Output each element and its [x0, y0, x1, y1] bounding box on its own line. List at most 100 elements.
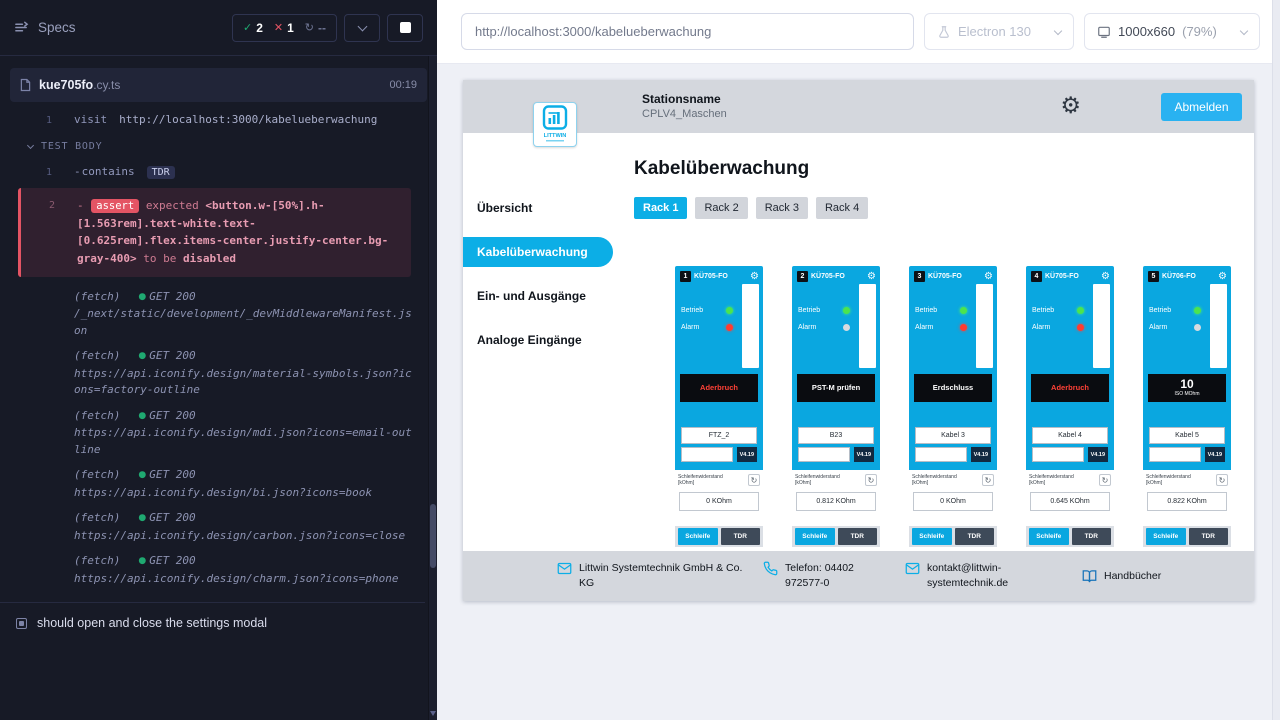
logo-text: LITTWIN — [544, 133, 567, 139]
spare-field — [1149, 447, 1201, 462]
cable-name-field[interactable]: FTZ_2 — [681, 427, 757, 444]
log-assert-failed[interactable]: 2- assert expected <button.w-[50%].h-[1.… — [18, 188, 411, 277]
schleife-button[interactable]: Schleife — [795, 528, 835, 545]
log-fetch[interactable]: (fetch)●GET 200 https://api.iconify.desi… — [0, 547, 425, 590]
module-settings-icon[interactable]: ⚙ — [750, 272, 759, 282]
passed-stat: ✓2 — [243, 21, 263, 35]
log-command[interactable]: 1visithttp://localhost:3000/kabelueberwa… — [0, 108, 425, 133]
status-display: Erdschluss — [914, 374, 992, 402]
spec-header[interactable]: kue705fo.cy.ts 00:19 — [10, 68, 427, 102]
app-footer: Littwin Systemtechnik GmbH & Co. KG Tele… — [463, 551, 1254, 601]
schleife-button[interactable]: Schleife — [912, 528, 952, 545]
settings-gear-icon[interactable]: ⚙ — [1060, 95, 1081, 118]
tdr-button[interactable]: TDR — [1189, 528, 1229, 545]
footer-contact-1-mail[interactable]: Littwin Systemtechnik GmbH & Co. KG — [557, 561, 763, 590]
module-number: 2 — [797, 271, 808, 282]
alarm-label: Alarm — [1032, 324, 1050, 331]
log-fetch[interactable]: (fetch)●GET 200 /_next/static/developmen… — [0, 283, 425, 343]
footer-contact-2-phone[interactable]: Telefon: 04402 972577-0 — [763, 561, 905, 590]
refresh-icon[interactable]: ↻ — [1099, 474, 1111, 486]
status-display: PST-M prüfen — [797, 374, 875, 402]
tdr-button[interactable]: TDR — [838, 528, 878, 545]
specs-list-icon — [14, 20, 29, 35]
reporter-scrollbar[interactable] — [428, 56, 437, 720]
scrollbar-thumb[interactable] — [430, 504, 436, 568]
sidebar-item-label: Übersicht — [477, 201, 532, 215]
assert-badge: assert — [91, 199, 139, 213]
cable-module-card: 2 KÜ705-FO ⚙ Betrieb Alarm PST-M prüfen … — [792, 266, 880, 547]
resistance-label: Schleifenwiderstand [kOhm] — [912, 474, 972, 487]
tdr-button[interactable]: TDR — [955, 528, 995, 545]
tdr-button[interactable]: TDR — [1072, 528, 1112, 545]
cable-name-field[interactable]: Kabel 3 — [915, 427, 991, 444]
refresh-icon[interactable]: ↻ — [982, 474, 994, 486]
schleife-button[interactable]: Schleife — [678, 528, 718, 545]
log-fetch[interactable]: (fetch)●GET 200 https://api.iconify.desi… — [0, 461, 425, 504]
footer-contact-4-book[interactable]: Handbücher — [1082, 569, 1161, 584]
pending-stat: ↻-- — [305, 21, 326, 35]
rack-tab-rack-1[interactable]: Rack 1 — [634, 197, 687, 219]
reporter-header: Specs ✓2 ✕ 1 ↻-- — [0, 0, 437, 56]
specs-menu-button[interactable]: Specs — [14, 20, 76, 35]
test-icon — [16, 618, 27, 629]
status-text: Aderbruch — [700, 384, 738, 393]
sidebar-item-bersicht[interactable]: Übersicht — [463, 193, 613, 223]
betrieb-led — [1194, 307, 1201, 314]
littwin-logo: LITTWIN — [533, 102, 577, 147]
collapse-tests-button[interactable] — [344, 14, 380, 42]
page-scrollbar[interactable] — [1272, 0, 1280, 720]
rack-tab-label: Rack 3 — [765, 202, 799, 214]
viewport-icon — [1097, 25, 1111, 39]
log-fetch[interactable]: (fetch)●GET 200 https://api.iconify.desi… — [0, 342, 425, 402]
logout-button[interactable]: Abmelden — [1161, 93, 1242, 121]
fetch-label: (fetch) — [74, 409, 120, 422]
url-input[interactable] — [461, 13, 914, 50]
status-display: 10 ISO MOhm — [1148, 374, 1226, 402]
stop-tests-button[interactable] — [387, 14, 423, 42]
next-test-item[interactable]: should open and close the settings modal — [0, 602, 425, 643]
betrieb-label: Betrieb — [681, 307, 703, 314]
module-graphic — [859, 284, 876, 368]
fetch-url: https://api.iconify.design/mdi.json?icon… — [74, 425, 417, 458]
cross-icon: ✕ — [274, 21, 283, 34]
sidebar-item-kabel-berwachung[interactable]: Kabelüberwachung — [463, 237, 613, 267]
log-command[interactable]: 1-containsTDR — [0, 160, 425, 185]
cable-name-field[interactable]: Kabel 5 — [1149, 427, 1225, 444]
fetch-label: (fetch) — [74, 468, 120, 481]
mail-icon — [557, 561, 572, 576]
module-graphic — [1210, 284, 1227, 368]
rack-tab-rack-2[interactable]: Rack 2 — [695, 197, 747, 219]
log-fetch[interactable]: (fetch)●GET 200 https://api.iconify.desi… — [0, 504, 425, 547]
sidebar-item-analoge-eing-nge[interactable]: Analoge Eingänge — [463, 325, 613, 355]
module-settings-icon[interactable]: ⚙ — [1101, 272, 1110, 282]
cable-name-field[interactable]: Kabel 4 — [1032, 427, 1108, 444]
refresh-icon[interactable]: ↻ — [1216, 474, 1228, 486]
spare-field — [1032, 447, 1084, 462]
module-settings-icon[interactable]: ⚙ — [984, 272, 993, 282]
firmware-version: V4.19 — [854, 447, 874, 462]
test-body-section[interactable]: TEST BODY — [0, 133, 425, 160]
refresh-icon[interactable]: ↻ — [748, 474, 760, 486]
line-number: 2 — [31, 198, 55, 214]
status-text: 10 — [1180, 378, 1193, 392]
rack-tab-rack-4[interactable]: Rack 4 — [816, 197, 868, 219]
module-number: 4 — [1031, 271, 1042, 282]
module-settings-icon[interactable]: ⚙ — [867, 272, 876, 282]
failed-count: 1 — [287, 21, 294, 35]
sidebar-item-ein-und-ausg-nge[interactable]: Ein- und Ausgänge — [463, 281, 613, 311]
betrieb-led — [726, 307, 733, 314]
schleife-button[interactable]: Schleife — [1146, 528, 1186, 545]
stop-icon — [400, 22, 411, 33]
browser-select[interactable]: Electron 130 — [924, 13, 1074, 50]
station-block: Stationsname CPLV4_Maschen — [642, 91, 727, 121]
log-fetch[interactable]: (fetch)●GET 200 https://api.iconify.desi… — [0, 402, 425, 462]
module-settings-icon[interactable]: ⚙ — [1218, 272, 1227, 282]
tdr-button[interactable]: TDR — [721, 528, 761, 545]
refresh-icon[interactable]: ↻ — [865, 474, 877, 486]
footer-contact-3-mail[interactable]: kontakt@littwin-systemtechnik.de — [905, 561, 1082, 590]
viewport-select[interactable]: 1000x660 (79%) — [1084, 13, 1260, 50]
rack-tab-rack-3[interactable]: Rack 3 — [756, 197, 808, 219]
scroll-down-arrow-icon[interactable] — [430, 711, 436, 716]
cable-name-field[interactable]: B23 — [798, 427, 874, 444]
schleife-button[interactable]: Schleife — [1029, 528, 1069, 545]
